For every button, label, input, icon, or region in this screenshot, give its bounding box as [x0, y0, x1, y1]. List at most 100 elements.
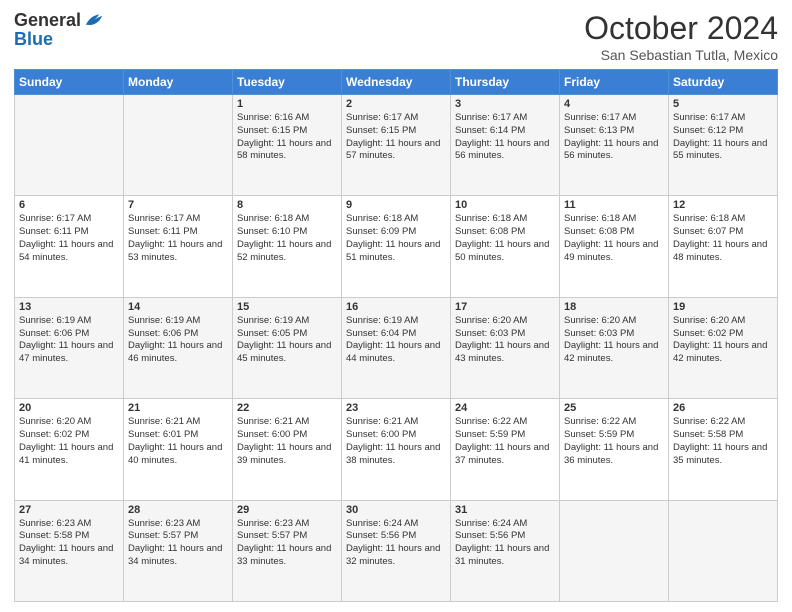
day-cell: 29Sunrise: 6:23 AMSunset: 5:57 PMDayligh… [233, 500, 342, 601]
sunset-text: Sunset: 6:11 PM [128, 226, 228, 239]
sunrise-text: Sunrise: 6:17 AM [128, 213, 228, 226]
logo-general-text: General [14, 11, 81, 31]
day-number: 3 [455, 98, 555, 110]
daylight-text: Daylight: 11 hours and 40 minutes. [128, 442, 228, 468]
day-cell: 6Sunrise: 6:17 AMSunset: 6:11 PMDaylight… [15, 196, 124, 297]
sunrise-text: Sunrise: 6:24 AM [455, 518, 555, 531]
sunset-text: Sunset: 6:15 PM [237, 125, 337, 138]
day-cell: 17Sunrise: 6:20 AMSunset: 6:03 PMDayligh… [451, 297, 560, 398]
sunrise-text: Sunrise: 6:17 AM [455, 112, 555, 125]
day-cell: 5Sunrise: 6:17 AMSunset: 6:12 PMDaylight… [669, 95, 778, 196]
calendar-table: SundayMondayTuesdayWednesdayThursdayFrid… [14, 69, 778, 602]
day-number: 21 [128, 402, 228, 414]
sunrise-text: Sunrise: 6:21 AM [346, 416, 446, 429]
sunset-text: Sunset: 5:59 PM [455, 429, 555, 442]
sunrise-text: Sunrise: 6:17 AM [19, 213, 119, 226]
day-number: 7 [128, 199, 228, 211]
logo-bird-icon [83, 10, 105, 32]
sunrise-text: Sunrise: 6:18 AM [455, 213, 555, 226]
day-number: 13 [19, 301, 119, 313]
sunset-text: Sunset: 6:08 PM [564, 226, 664, 239]
day-number: 5 [673, 98, 773, 110]
sunrise-text: Sunrise: 6:18 AM [237, 213, 337, 226]
daylight-text: Daylight: 11 hours and 48 minutes. [673, 239, 773, 265]
daylight-text: Daylight: 11 hours and 53 minutes. [128, 239, 228, 265]
daylight-text: Daylight: 11 hours and 43 minutes. [455, 340, 555, 366]
day-cell: 31Sunrise: 6:24 AMSunset: 5:56 PMDayligh… [451, 500, 560, 601]
sunrise-text: Sunrise: 6:22 AM [564, 416, 664, 429]
day-cell: 2Sunrise: 6:17 AMSunset: 6:15 PMDaylight… [342, 95, 451, 196]
sunrise-text: Sunrise: 6:19 AM [128, 315, 228, 328]
sunset-text: Sunset: 6:00 PM [346, 429, 446, 442]
sunrise-text: Sunrise: 6:19 AM [19, 315, 119, 328]
day-header-tuesday: Tuesday [233, 70, 342, 95]
sunset-text: Sunset: 6:12 PM [673, 125, 773, 138]
daylight-text: Daylight: 11 hours and 52 minutes. [237, 239, 337, 265]
day-cell: 4Sunrise: 6:17 AMSunset: 6:13 PMDaylight… [560, 95, 669, 196]
daylight-text: Daylight: 11 hours and 57 minutes. [346, 138, 446, 164]
sunset-text: Sunset: 6:00 PM [237, 429, 337, 442]
day-cell: 18Sunrise: 6:20 AMSunset: 6:03 PMDayligh… [560, 297, 669, 398]
sunset-text: Sunset: 6:14 PM [455, 125, 555, 138]
sunset-text: Sunset: 6:06 PM [128, 328, 228, 341]
day-header-thursday: Thursday [451, 70, 560, 95]
sunset-text: Sunset: 6:02 PM [19, 429, 119, 442]
week-row-5: 27Sunrise: 6:23 AMSunset: 5:58 PMDayligh… [15, 500, 778, 601]
sunrise-text: Sunrise: 6:23 AM [237, 518, 337, 531]
sunset-text: Sunset: 6:03 PM [455, 328, 555, 341]
day-header-wednesday: Wednesday [342, 70, 451, 95]
day-number: 18 [564, 301, 664, 313]
daylight-text: Daylight: 11 hours and 56 minutes. [455, 138, 555, 164]
day-cell: 10Sunrise: 6:18 AMSunset: 6:08 PMDayligh… [451, 196, 560, 297]
sunrise-text: Sunrise: 6:21 AM [128, 416, 228, 429]
sunrise-text: Sunrise: 6:17 AM [673, 112, 773, 125]
sunset-text: Sunset: 5:56 PM [455, 530, 555, 543]
sunrise-text: Sunrise: 6:23 AM [128, 518, 228, 531]
sunset-text: Sunset: 5:56 PM [346, 530, 446, 543]
sunrise-text: Sunrise: 6:21 AM [237, 416, 337, 429]
header: General Blue October 2024 San Sebastian … [14, 10, 778, 63]
day-cell: 19Sunrise: 6:20 AMSunset: 6:02 PMDayligh… [669, 297, 778, 398]
day-number: 19 [673, 301, 773, 313]
sunset-text: Sunset: 6:01 PM [128, 429, 228, 442]
week-row-1: 1Sunrise: 6:16 AMSunset: 6:15 PMDaylight… [15, 95, 778, 196]
sunset-text: Sunset: 6:07 PM [673, 226, 773, 239]
sunrise-text: Sunrise: 6:23 AM [19, 518, 119, 531]
day-number: 17 [455, 301, 555, 313]
sunset-text: Sunset: 5:58 PM [19, 530, 119, 543]
day-cell: 24Sunrise: 6:22 AMSunset: 5:59 PMDayligh… [451, 399, 560, 500]
sunrise-text: Sunrise: 6:22 AM [673, 416, 773, 429]
day-cell: 8Sunrise: 6:18 AMSunset: 6:10 PMDaylight… [233, 196, 342, 297]
day-number: 23 [346, 402, 446, 414]
sunrise-text: Sunrise: 6:22 AM [455, 416, 555, 429]
day-cell: 11Sunrise: 6:18 AMSunset: 6:08 PMDayligh… [560, 196, 669, 297]
daylight-text: Daylight: 11 hours and 34 minutes. [128, 543, 228, 569]
sunrise-text: Sunrise: 6:19 AM [237, 315, 337, 328]
sunset-text: Sunset: 5:58 PM [673, 429, 773, 442]
week-row-3: 13Sunrise: 6:19 AMSunset: 6:06 PMDayligh… [15, 297, 778, 398]
sunrise-text: Sunrise: 6:17 AM [564, 112, 664, 125]
sunset-text: Sunset: 6:09 PM [346, 226, 446, 239]
day-cell: 25Sunrise: 6:22 AMSunset: 5:59 PMDayligh… [560, 399, 669, 500]
day-cell: 20Sunrise: 6:20 AMSunset: 6:02 PMDayligh… [15, 399, 124, 500]
daylight-text: Daylight: 11 hours and 42 minutes. [673, 340, 773, 366]
daylight-text: Daylight: 11 hours and 37 minutes. [455, 442, 555, 468]
day-number: 1 [237, 98, 337, 110]
day-cell: 9Sunrise: 6:18 AMSunset: 6:09 PMDaylight… [342, 196, 451, 297]
daylight-text: Daylight: 11 hours and 39 minutes. [237, 442, 337, 468]
day-cell: 13Sunrise: 6:19 AMSunset: 6:06 PMDayligh… [15, 297, 124, 398]
day-cell: 22Sunrise: 6:21 AMSunset: 6:00 PMDayligh… [233, 399, 342, 500]
sunrise-text: Sunrise: 6:18 AM [564, 213, 664, 226]
sunset-text: Sunset: 6:13 PM [564, 125, 664, 138]
sunset-text: Sunset: 6:15 PM [346, 125, 446, 138]
day-cell: 28Sunrise: 6:23 AMSunset: 5:57 PMDayligh… [124, 500, 233, 601]
day-number: 30 [346, 504, 446, 516]
sunrise-text: Sunrise: 6:24 AM [346, 518, 446, 531]
daylight-text: Daylight: 11 hours and 35 minutes. [673, 442, 773, 468]
day-number: 31 [455, 504, 555, 516]
sunset-text: Sunset: 6:04 PM [346, 328, 446, 341]
sunrise-text: Sunrise: 6:20 AM [564, 315, 664, 328]
month-title: October 2024 [584, 10, 778, 47]
daylight-text: Daylight: 11 hours and 49 minutes. [564, 239, 664, 265]
day-number: 15 [237, 301, 337, 313]
